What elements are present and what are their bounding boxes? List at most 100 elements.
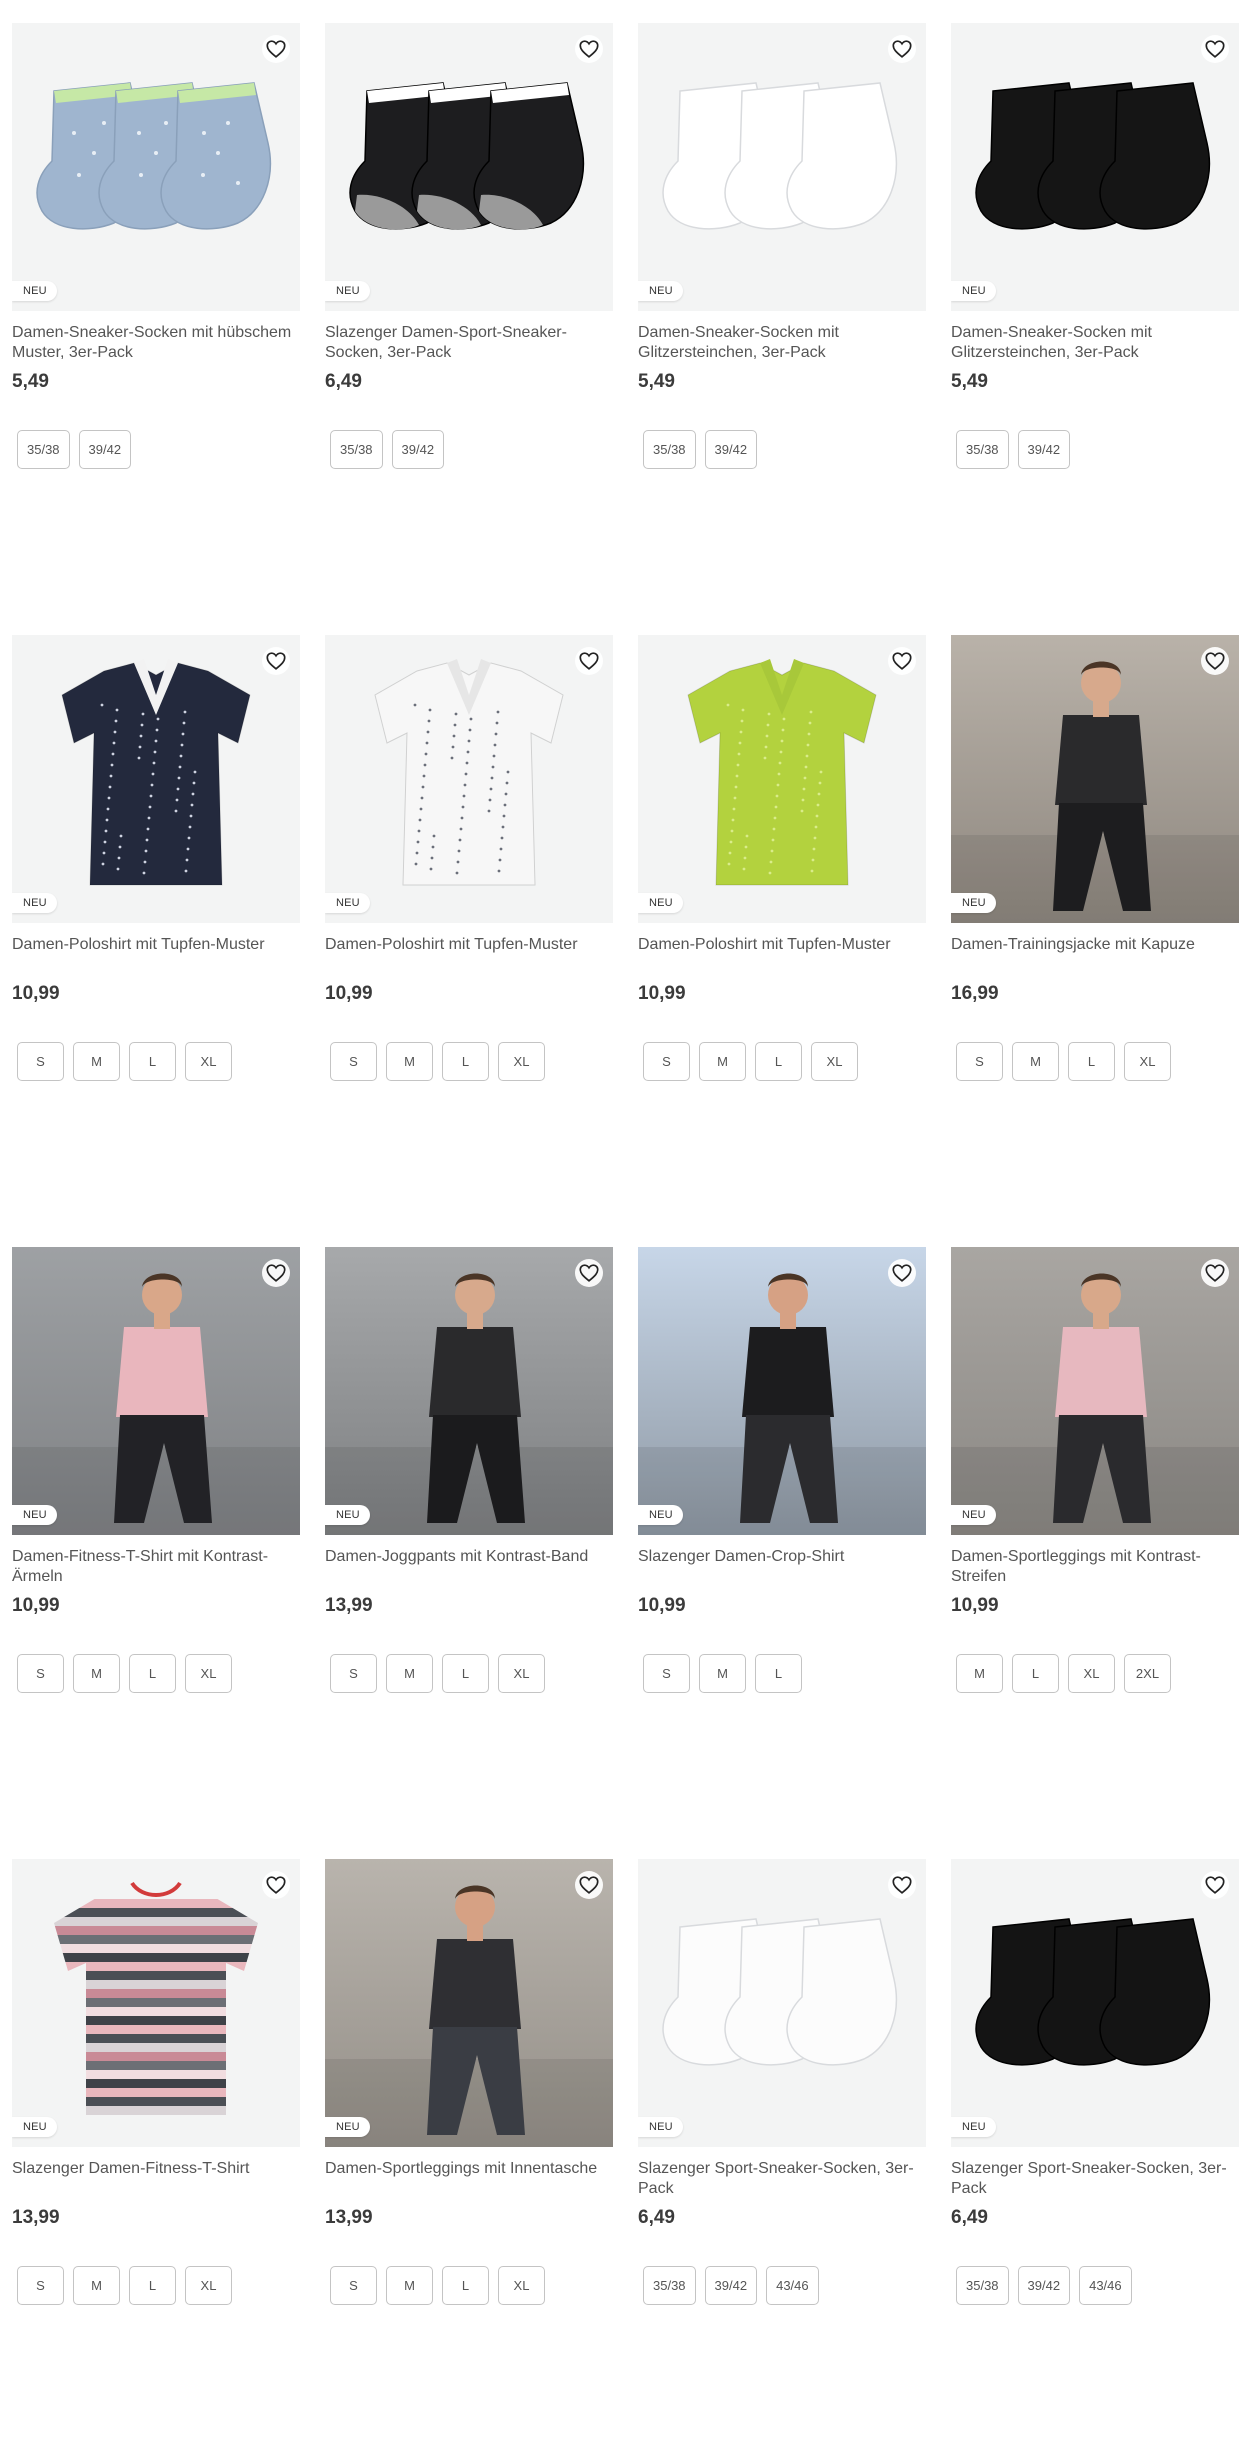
product-image[interactable]: NEU [325,23,613,311]
size-option[interactable]: L [442,1654,489,1693]
size-option[interactable]: 35/38 [330,430,383,469]
wishlist-heart-icon[interactable] [575,35,603,63]
size-option[interactable]: S [956,1042,1003,1081]
size-option[interactable]: 43/46 [766,2266,819,2305]
size-option[interactable]: 39/42 [704,430,758,469]
product-title[interactable]: Damen-Poloshirt mit Tupfen-Muster [12,935,300,975]
wishlist-heart-icon[interactable] [1201,1259,1229,1287]
size-option[interactable]: L [755,1654,802,1693]
wishlist-heart-icon[interactable] [262,1871,290,1899]
size-option[interactable]: XL [185,2266,232,2305]
size-option[interactable]: 39/42 [1017,430,1071,469]
product-card[interactable]: NEU Damen-Poloshirt mit Tupfen-Muster 10… [638,635,926,1195]
product-card[interactable]: NEU Damen-Poloshirt mit Tupfen-Muster 10… [12,635,300,1195]
size-option[interactable]: M [956,1654,1003,1693]
product-card[interactable]: NEU Damen-Sneaker-Socken mit Glitzerstei… [638,23,926,583]
wishlist-heart-icon[interactable] [575,1871,603,1899]
size-option[interactable]: M [386,1042,433,1081]
product-card[interactable]: NEU Damen-Poloshirt mit Tupfen-Muster 10… [325,635,613,1195]
product-title[interactable]: Damen-Poloshirt mit Tupfen-Muster [325,935,613,975]
wishlist-heart-icon[interactable] [575,647,603,675]
size-option[interactable]: 35/38 [956,430,1009,469]
size-option[interactable]: L [442,1042,489,1081]
product-card[interactable]: NEU Damen-Sportleggings mit Innentasche … [325,1859,613,2419]
product-title[interactable]: Damen-Fitness-T-Shirt mit Kontrast-Ärmel… [12,1547,300,1587]
size-option[interactable]: M [73,1042,120,1081]
product-image[interactable]: NEU [951,23,1239,311]
size-option[interactable]: XL [185,1654,232,1693]
size-option[interactable]: S [17,1042,64,1081]
size-option[interactable]: L [1068,1042,1115,1081]
product-image[interactable]: NEU [951,635,1239,923]
wishlist-heart-icon[interactable] [888,647,916,675]
product-title[interactable]: Damen-Sportleggings mit Innentasche [325,2159,613,2199]
product-card[interactable]: NEU Slazenger Damen-Sport-Sneaker-Socken… [325,23,613,583]
size-option[interactable]: XL [498,2266,545,2305]
wishlist-heart-icon[interactable] [262,1259,290,1287]
size-option[interactable]: L [129,1654,176,1693]
wishlist-heart-icon[interactable] [575,1259,603,1287]
product-card[interactable]: NEU Slazenger Sport-Sneaker-Socken, 3er-… [951,1859,1239,2419]
size-option[interactable]: 35/38 [956,2266,1009,2305]
size-option[interactable]: 35/38 [17,430,70,469]
product-title[interactable]: Damen-Joggpants mit Kontrast-Band [325,1547,613,1587]
product-title[interactable]: Slazenger Damen-Fitness-T-Shirt [12,2159,300,2199]
size-option[interactable]: S [643,1042,690,1081]
size-option[interactable]: XL [498,1654,545,1693]
size-option[interactable]: 39/42 [391,430,445,469]
product-image[interactable]: NEU [12,1247,300,1535]
size-option[interactable]: 35/38 [643,2266,696,2305]
size-option[interactable]: M [386,1654,433,1693]
size-option[interactable]: L [442,2266,489,2305]
wishlist-heart-icon[interactable] [888,1259,916,1287]
size-option[interactable]: L [755,1042,802,1081]
size-option[interactable]: 39/42 [704,2266,758,2305]
size-option[interactable]: M [73,1654,120,1693]
wishlist-heart-icon[interactable] [1201,1871,1229,1899]
product-image[interactable]: NEU [12,1859,300,2147]
size-option[interactable]: M [73,2266,120,2305]
size-option[interactable]: M [699,1042,746,1081]
size-option[interactable]: XL [1124,1042,1171,1081]
product-image[interactable]: NEU [951,1859,1239,2147]
wishlist-heart-icon[interactable] [262,35,290,63]
size-option[interactable]: M [1012,1042,1059,1081]
wishlist-heart-icon[interactable] [888,1871,916,1899]
wishlist-heart-icon[interactable] [262,647,290,675]
product-title[interactable]: Damen-Sneaker-Socken mit Glitzersteinche… [951,323,1239,363]
product-title[interactable]: Damen-Sneaker-Socken mit hübschem Muster… [12,323,300,363]
size-option[interactable]: XL [811,1042,858,1081]
product-title[interactable]: Damen-Sneaker-Socken mit Glitzersteinche… [638,323,926,363]
size-option[interactable]: S [17,2266,64,2305]
size-option[interactable]: M [699,1654,746,1693]
product-image[interactable]: NEU [325,1859,613,2147]
size-option[interactable]: S [17,1654,64,1693]
product-image[interactable]: NEU [951,1247,1239,1535]
size-option[interactable]: 39/42 [1017,2266,1071,2305]
product-image[interactable]: NEU [325,1247,613,1535]
product-image[interactable]: NEU [638,1247,926,1535]
wishlist-heart-icon[interactable] [1201,35,1229,63]
product-card[interactable]: NEU Damen-Fitness-T-Shirt mit Kontrast-Ä… [12,1247,300,1807]
wishlist-heart-icon[interactable] [888,35,916,63]
size-option[interactable]: M [386,2266,433,2305]
size-option[interactable]: L [129,1042,176,1081]
product-title[interactable]: Slazenger Damen-Sport-Sneaker-Socken, 3e… [325,323,613,363]
size-option[interactable]: XL [185,1042,232,1081]
wishlist-heart-icon[interactable] [1201,647,1229,675]
product-title[interactable]: Slazenger Damen-Crop-Shirt [638,1547,926,1587]
product-card[interactable]: NEU Damen-Sneaker-Socken mit Glitzerstei… [951,23,1239,583]
size-option[interactable]: XL [1068,1654,1115,1693]
size-option[interactable]: L [129,2266,176,2305]
size-option[interactable]: S [330,1654,377,1693]
size-option[interactable]: L [1012,1654,1059,1693]
product-card[interactable]: NEU Damen-Joggpants mit Kontrast-Band 13… [325,1247,613,1807]
product-card[interactable]: NEU Damen-Sportleggings mit Kontrast-Str… [951,1247,1239,1807]
size-option[interactable]: 43/46 [1079,2266,1132,2305]
size-option[interactable]: S [643,1654,690,1693]
product-image[interactable]: NEU [12,23,300,311]
product-image[interactable]: NEU [638,635,926,923]
product-card[interactable]: NEU Slazenger Sport-Sneaker-Socken, 3er-… [638,1859,926,2419]
size-option[interactable]: 35/38 [643,430,696,469]
product-title[interactable]: Damen-Sportleggings mit Kontrast-Streife… [951,1547,1239,1587]
